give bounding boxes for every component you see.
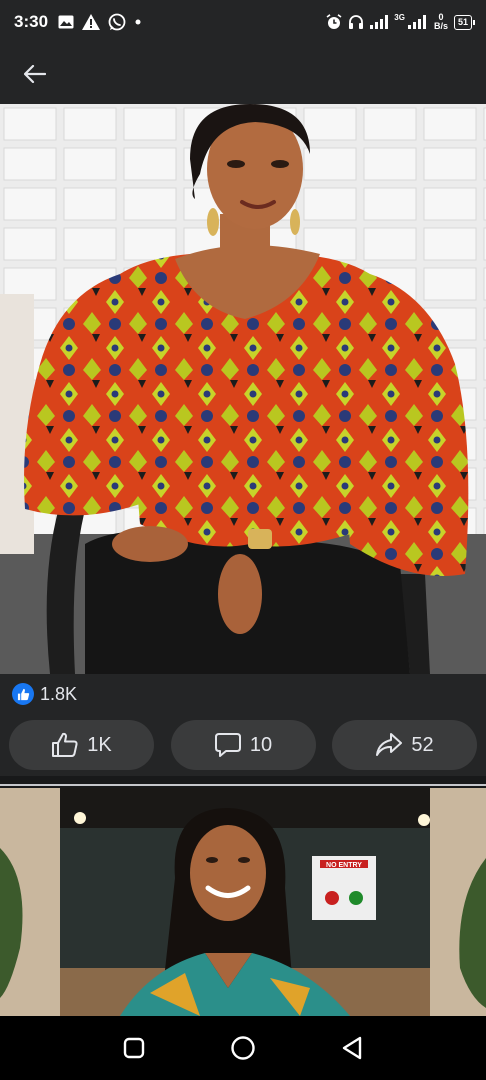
- no-entry-sign-text: NO ENTRY: [326, 862, 362, 869]
- system-back-button[interactable]: [332, 1028, 372, 1068]
- net-speed-unit: B/s: [433, 21, 448, 31]
- status-bar: 3:30 3G 0 B/s 51: [0, 0, 486, 44]
- signal-icon-2: [407, 15, 426, 29]
- thumbs-up-icon: [52, 732, 78, 757]
- arrow-left-icon: [24, 65, 46, 83]
- comment-count: 10: [249, 733, 273, 756]
- share-count: 52: [411, 733, 434, 756]
- reaction-count: 1.8K: [40, 683, 78, 704]
- circle-icon: [231, 1036, 255, 1060]
- post2-image: NO ENTRY: [0, 788, 486, 1016]
- alarm-icon: [326, 14, 342, 29]
- post-image: [0, 104, 486, 674]
- like-button[interactable]: 1K: [9, 720, 154, 770]
- headphones-icon: [349, 15, 364, 29]
- comment-button[interactable]: 10: [170, 720, 316, 770]
- app-bar: [0, 44, 486, 104]
- net-speed: 0 B/s: [434, 13, 448, 31]
- square-icon: [124, 1037, 145, 1059]
- post2-photo[interactable]: NO ENTRY: [0, 788, 486, 1016]
- reactions-row[interactable]: 1.8K: [0, 674, 486, 714]
- actions-row: 1K 10 52: [0, 714, 486, 776]
- like-count: 1K: [87, 733, 112, 756]
- notification-icons: [58, 13, 142, 31]
- gallery-icon: [58, 15, 74, 29]
- share-icon: [376, 733, 403, 756]
- navigation-bar: [0, 1016, 486, 1080]
- network-type: 3G: [394, 13, 405, 22]
- battery-icon: 51: [453, 14, 476, 30]
- recents-button[interactable]: [114, 1028, 154, 1068]
- post-separator: [0, 776, 486, 788]
- signal-icon: [370, 15, 389, 29]
- status-right: 3G 0 B/s 51: [326, 13, 476, 31]
- status-time: 3:30: [14, 12, 49, 31]
- share-button[interactable]: 52: [332, 720, 477, 770]
- battery-level: 51: [457, 16, 468, 27]
- back-button[interactable]: [20, 59, 50, 89]
- home-button[interactable]: [223, 1028, 263, 1068]
- whatsapp-icon: [108, 13, 126, 31]
- post-photo[interactable]: [0, 104, 486, 674]
- dot-icon: [135, 19, 141, 25]
- comment-icon: [214, 733, 241, 757]
- warning-icon: [82, 14, 101, 30]
- triangle-back-icon: [342, 1036, 361, 1060]
- like-icon: [12, 683, 34, 705]
